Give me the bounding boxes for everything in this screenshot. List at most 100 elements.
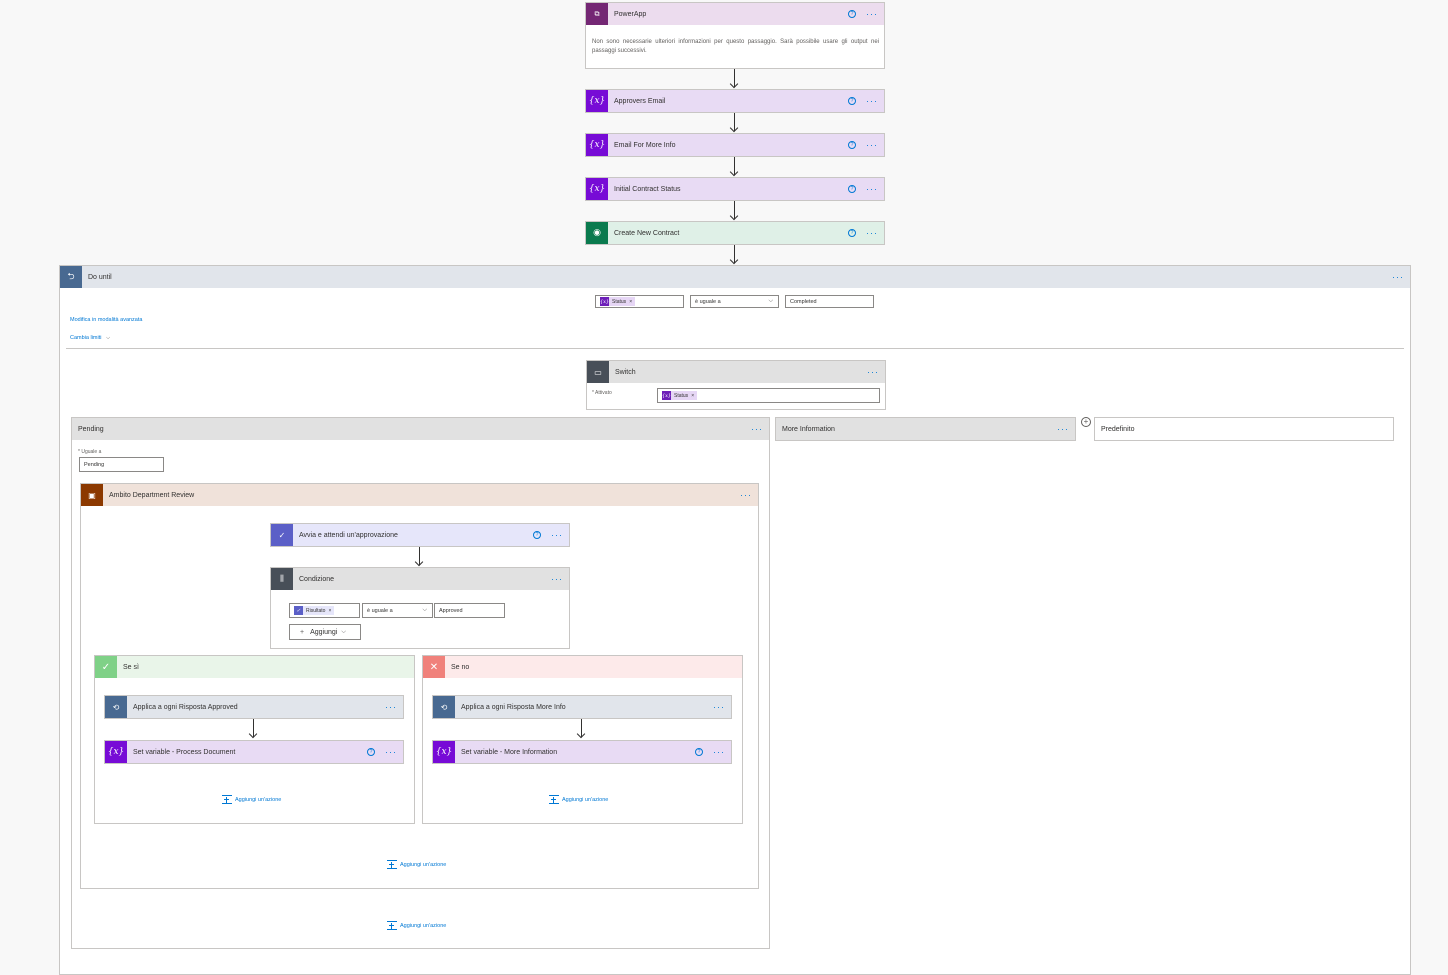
add-action-icon: [222, 795, 232, 804]
more-options-icon[interactable]: ···: [866, 10, 878, 19]
step-title: Create New Contract: [614, 229, 680, 237]
apply-to-each-approved[interactable]: ⟲ Applica a ogni Risposta Approved ···: [104, 695, 404, 719]
chevron-down-icon: ⌵: [106, 335, 111, 341]
add-action-icon: [387, 921, 397, 930]
change-limits-link[interactable]: Cambia limiti ⌵: [70, 335, 110, 342]
remove-token-icon[interactable]: ×: [691, 393, 694, 399]
condition-icon: ⫼: [271, 568, 293, 590]
powerapp-header[interactable]: ⧉ PowerApp ? ···: [586, 3, 884, 25]
step-approvers-email[interactable]: {x} Approvers Email ? ···: [585, 89, 885, 113]
switch-on-label: * Attivato: [592, 390, 612, 396]
variable-icon: {x}: [105, 741, 127, 763]
flow-arrow: [730, 157, 740, 177]
more-options-icon[interactable]: ···: [1392, 273, 1404, 282]
more-options-icon[interactable]: ···: [713, 703, 725, 712]
more-options-icon[interactable]: ···: [866, 229, 878, 238]
more-options-icon[interactable]: ···: [866, 185, 878, 194]
case-more-information[interactable]: More Information ···: [775, 417, 1076, 441]
step-create-new-contract[interactable]: ◉ Create New Contract ? ···: [585, 221, 885, 245]
branch-if-yes[interactable]: ✓ Se sì ⟲ Applica a ogni Risposta Approv…: [94, 655, 415, 824]
help-icon[interactable]: ?: [848, 229, 856, 237]
remove-token-icon[interactable]: ×: [629, 299, 632, 305]
step-email-more-info[interactable]: {x} Email For More Info ? ···: [585, 133, 885, 157]
more-options-icon[interactable]: ···: [385, 703, 397, 712]
step-initial-contract-status[interactable]: {x} Initial Contract Status ? ···: [585, 177, 885, 201]
more-options-icon[interactable]: ···: [751, 425, 763, 434]
add-action-button[interactable]: Aggiungi un'azione: [222, 795, 281, 804]
case-title: Pending: [78, 425, 104, 433]
edit-advanced-mode-link[interactable]: Modifica in modalità avanzata: [70, 317, 142, 323]
status-token[interactable]: {x} Status ×: [600, 297, 636, 306]
powerapp-trigger-card[interactable]: ⧉ PowerApp ? ··· Non sono necessarie ult…: [585, 2, 885, 69]
case-pending[interactable]: Pending ··· * Uguale a Pending ▣ Ambito …: [71, 417, 770, 949]
flow-arrow: [577, 719, 587, 739]
do-until-header[interactable]: ⮌ Do until ···: [60, 266, 1410, 288]
do-until-operator-select[interactable]: è uguale a ⌵: [690, 295, 779, 308]
case-equals-input[interactable]: Pending: [79, 457, 164, 472]
do-until-container[interactable]: ⮌ Do until ··· {x} Status × è uguale a ⌵ C…: [59, 265, 1411, 975]
help-icon[interactable]: ?: [848, 97, 856, 105]
switch-on-input[interactable]: {x} Status ×: [657, 388, 880, 403]
more-options-icon[interactable]: ···: [866, 141, 878, 150]
operator-value: è uguale a: [695, 298, 721, 305]
add-action-label: Aggiungi un'azione: [400, 861, 447, 868]
more-options-icon[interactable]: ···: [385, 748, 397, 757]
more-options-icon[interactable]: ···: [867, 368, 879, 377]
equals-value: Pending: [84, 461, 105, 468]
set-variable-more-information[interactable]: {x} Set variable - More Information ? ··…: [432, 740, 732, 764]
scope-department-review[interactable]: ▣ Ambito Department Review ··· ✓ Avvia e…: [80, 483, 759, 889]
add-action-button[interactable]: Aggiungi un'azione: [387, 860, 446, 869]
branch-if-no[interactable]: ✕ Se no ⟲ Applica a ogni Risposta More I…: [422, 655, 743, 824]
help-icon[interactable]: ?: [367, 748, 375, 756]
do-until-right-operand[interactable]: Completed: [785, 295, 874, 308]
loop-icon: ⟲: [105, 696, 127, 718]
scope-title: Ambito Department Review: [109, 491, 195, 499]
add-action-icon: [549, 795, 559, 804]
remove-token-icon[interactable]: ×: [328, 608, 331, 614]
add-action-label: Aggiungi un'azione: [562, 796, 609, 803]
condition-left-operand[interactable]: ✓ Risultato ×: [289, 603, 360, 618]
approval-icon: ✓: [271, 524, 293, 546]
variable-icon: {x}: [586, 134, 608, 156]
powerapp-title: PowerApp: [614, 10, 647, 18]
add-action-button[interactable]: Aggiungi un'azione: [387, 921, 446, 930]
condition-operator-select[interactable]: è uguale a ⌵: [362, 603, 433, 618]
add-action-icon: [387, 860, 397, 869]
help-icon[interactable]: ?: [848, 10, 856, 18]
help-icon[interactable]: ?: [848, 185, 856, 193]
condition-add-button[interactable]: + Aggiungi ⌵: [289, 624, 361, 640]
switch-title: Switch: [615, 368, 636, 376]
result-token[interactable]: ✓ Risultato ×: [294, 606, 335, 615]
do-until-left-operand[interactable]: {x} Status ×: [595, 295, 684, 308]
more-options-icon[interactable]: ···: [713, 748, 725, 757]
add-case-icon[interactable]: +: [1081, 417, 1091, 427]
flow-arrow: [730, 69, 740, 89]
switch-card[interactable]: ▭ Switch ··· * Attivato {x} Status ×: [586, 360, 886, 410]
loop-title: Applica a ogni Risposta Approved: [133, 703, 238, 711]
powerapps-icon: ⧉: [586, 3, 608, 25]
more-options-icon[interactable]: ···: [740, 491, 752, 500]
divider: [66, 348, 1404, 349]
apply-to-each-more-info[interactable]: ⟲ Applica a ogni Risposta More Info ···: [432, 695, 732, 719]
more-options-icon[interactable]: ···: [551, 575, 563, 584]
more-options-icon[interactable]: ···: [866, 97, 878, 106]
close-icon: ✕: [423, 656, 445, 678]
approval-card[interactable]: ✓ Avvia e attendi un'approvazione ? ···: [270, 523, 570, 547]
loop-title: Applica a ogni Risposta More Info: [461, 703, 566, 711]
condition-right-operand[interactable]: Approved: [434, 603, 505, 618]
set-variable-process-document[interactable]: {x} Set variable - Process Document ? ··…: [104, 740, 404, 764]
flow-arrow: [730, 201, 740, 221]
more-options-icon[interactable]: ···: [551, 531, 563, 540]
more-options-icon[interactable]: ···: [1057, 425, 1069, 434]
setvar-title: Set variable - Process Document: [133, 748, 236, 756]
add-action-button[interactable]: Aggiungi un'azione: [549, 795, 608, 804]
help-icon[interactable]: ?: [533, 531, 541, 539]
condition-card[interactable]: ⫼ Condizione ··· ✓ Risultato × è uguale a …: [270, 567, 570, 649]
status-token[interactable]: {x} Status ×: [662, 391, 698, 400]
flow-arrow: [730, 113, 740, 133]
add-action-label: Aggiungi un'azione: [400, 922, 447, 929]
token-label: Status: [612, 298, 627, 305]
help-icon[interactable]: ?: [695, 748, 703, 756]
help-icon[interactable]: ?: [848, 141, 856, 149]
case-default[interactable]: Predefinito: [1094, 417, 1394, 441]
